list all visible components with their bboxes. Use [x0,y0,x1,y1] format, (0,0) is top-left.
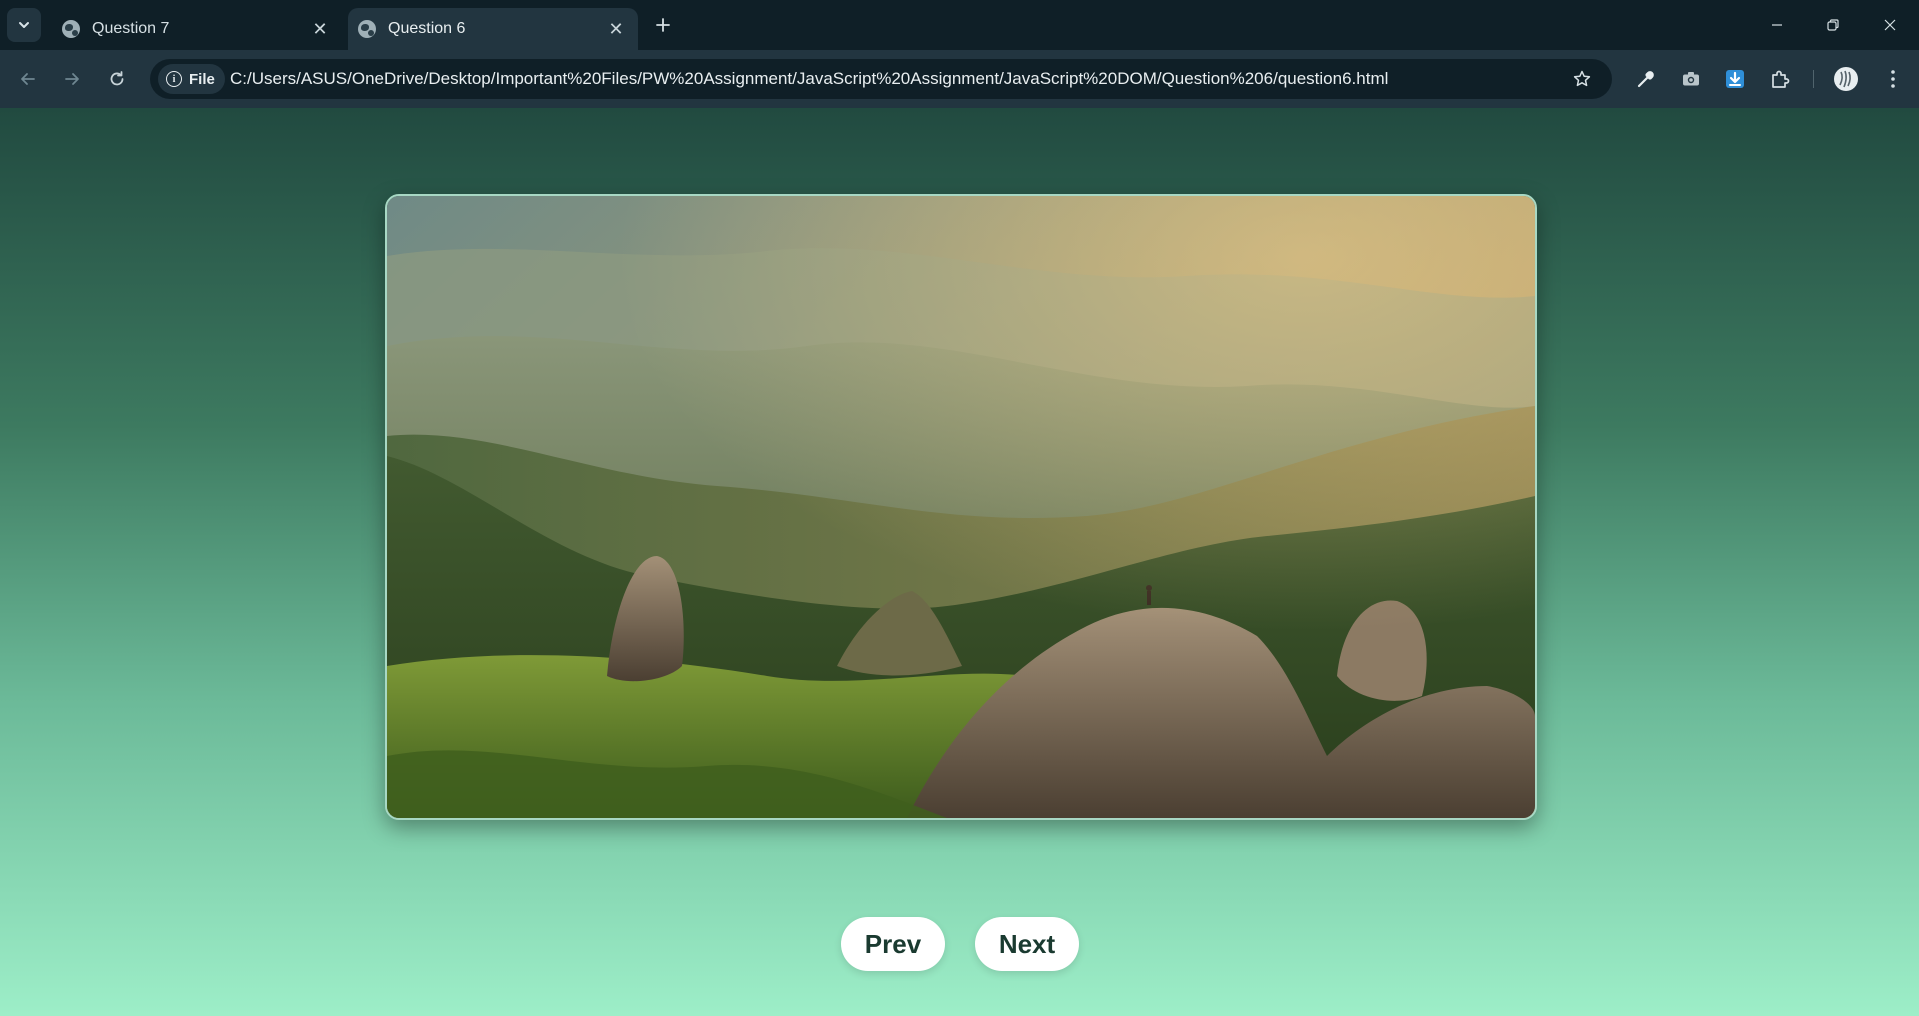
browser-window: Question 7 ✕ Question 6 ✕ i File C:/User… [0,0,1919,1016]
reload-button[interactable] [102,64,132,94]
tab-question-7[interactable]: Question 7 ✕ [52,8,342,50]
plus-icon [656,18,670,32]
site-info-chip[interactable]: i File [158,64,225,94]
toolbar-divider [1813,70,1814,88]
browser-toolbar: i File C:/Users/ASUS/OneDrive/Desktop/Im… [0,50,1919,108]
address-bar[interactable]: i File C:/Users/ASUS/OneDrive/Desktop/Im… [150,59,1612,99]
extensions-button[interactable] [1765,64,1795,94]
kebab-menu-icon [1891,70,1895,88]
tab-strip: Question 7 ✕ Question 6 ✕ [0,0,1919,50]
minimize-icon [1772,24,1782,26]
next-button[interactable]: Next [975,917,1079,971]
arrow-right-icon [65,73,79,85]
eyedropper-button[interactable] [1631,64,1661,94]
tab-title: Question 7 [92,20,170,37]
restore-button[interactable] [1813,8,1853,42]
image-slider [385,194,1537,820]
arrow-left-icon [21,73,35,85]
avatar[interactable] [1831,64,1861,94]
bookmark-button[interactable] [1570,67,1594,91]
chevron-down-icon [19,22,29,28]
restore-icon [1827,19,1839,31]
reload-icon [110,71,124,86]
close-window-button[interactable] [1870,8,1910,42]
puzzle-icon [1772,70,1790,88]
tab-question-6[interactable]: Question 6 ✕ [348,8,638,50]
download-button[interactable] [1720,64,1750,94]
prev-button[interactable]: Prev [841,917,945,971]
eyedropper-icon [1637,71,1654,88]
slide-image [387,196,1535,818]
profile-avatar-icon [1834,67,1858,91]
info-icon: i [166,71,182,87]
close-icon[interactable]: ✕ [606,19,626,39]
minimize-button[interactable] [1757,8,1797,42]
close-icon[interactable]: ✕ [310,19,330,39]
camera-icon [1683,72,1699,86]
new-tab-button[interactable] [650,12,676,38]
globe-icon [62,20,80,38]
tab-title: Question 6 [388,20,466,37]
page-body: Prev Next [0,108,1919,1016]
camera-button[interactable] [1676,64,1706,94]
tab-search-button[interactable] [7,8,41,42]
star-icon [1573,70,1591,87]
back-button[interactable] [13,64,43,94]
site-info-label: File [189,70,215,88]
forward-button[interactable] [57,64,87,94]
url-text[interactable]: C:/Users/ASUS/OneDrive/Desktop/Important… [230,59,1388,99]
globe-icon [358,20,376,38]
menu-button[interactable] [1878,64,1908,94]
download-icon [1726,70,1744,88]
close-icon [1884,19,1896,31]
